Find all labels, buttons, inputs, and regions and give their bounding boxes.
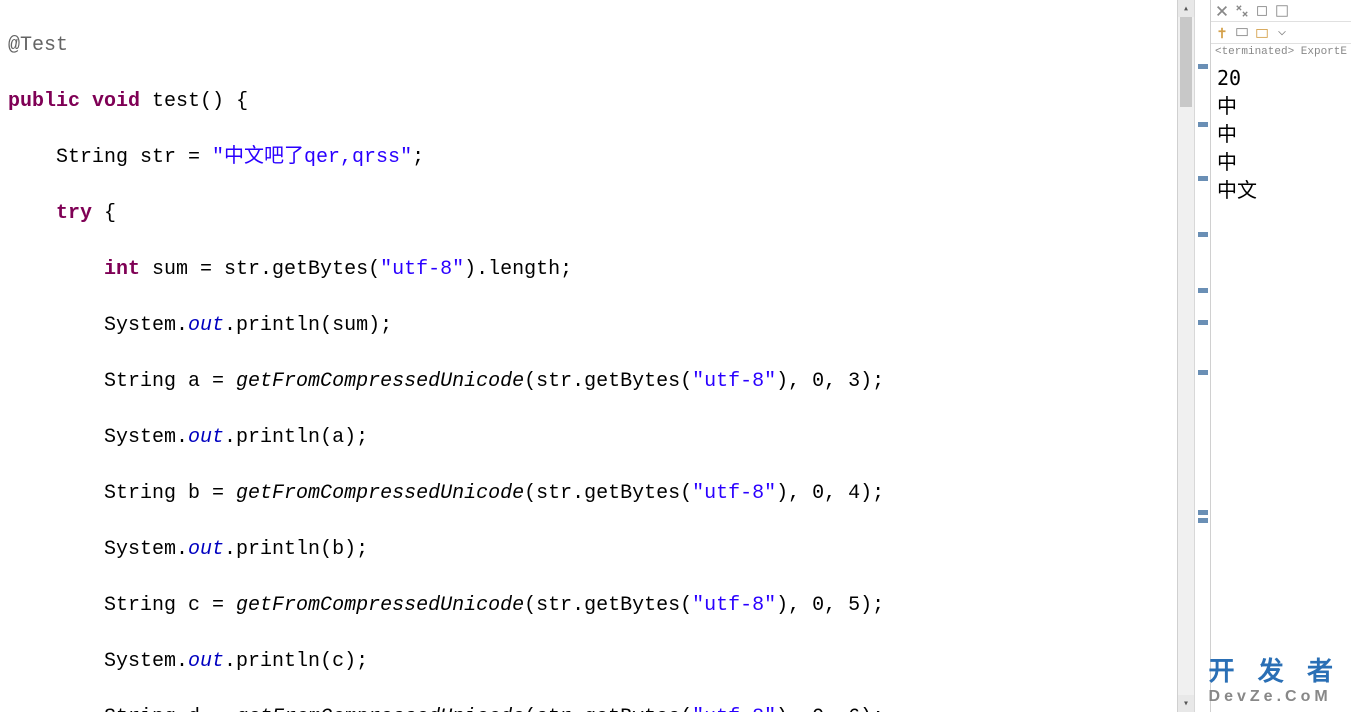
console-panel: <terminated> ExportE 20 中 中 中 中文 开 发 者 D… <box>1210 0 1351 712</box>
console-line: 中 <box>1217 120 1345 148</box>
display-icon[interactable] <box>1235 26 1249 40</box>
code-line: String str = "中文吧了qer,qrss"; <box>8 144 1177 172</box>
console-line: 中 <box>1217 148 1345 176</box>
code-line: try { <box>8 200 1177 228</box>
overview-marker[interactable] <box>1198 320 1208 325</box>
code-line: public void test() { <box>8 88 1177 116</box>
open-icon[interactable] <box>1255 26 1269 40</box>
vertical-scrollbar[interactable]: ▴ ▾ <box>1177 0 1194 712</box>
scroll-down-button[interactable]: ▾ <box>1178 695 1194 712</box>
overview-marker[interactable] <box>1198 370 1208 375</box>
scroll-track[interactable] <box>1178 17 1194 695</box>
console-status: <terminated> ExportE <box>1211 44 1351 60</box>
overview-marker[interactable] <box>1198 518 1208 523</box>
code-line: String c = getFromCompressedUnicode(str.… <box>8 592 1177 620</box>
watermark: 开 发 者 DevZe.CoM <box>1209 651 1341 706</box>
code-line: System.out.println(c); <box>8 648 1177 676</box>
scroll-lock-icon[interactable] <box>1255 4 1269 18</box>
code-line: int sum = str.getBytes("utf-8").length; <box>8 256 1177 284</box>
pin-icon[interactable] <box>1215 26 1229 40</box>
scroll-thumb[interactable] <box>1180 17 1192 107</box>
overview-ruler[interactable] <box>1194 0 1210 712</box>
clear-icon[interactable] <box>1275 4 1289 18</box>
overview-marker[interactable] <box>1198 510 1208 515</box>
code-line: String d = getFromCompressedUnicode(str.… <box>8 704 1177 712</box>
remove-icon[interactable] <box>1215 4 1229 18</box>
code-editor[interactable]: @Test public void test() { String str = … <box>0 0 1177 712</box>
overview-marker[interactable] <box>1198 176 1208 181</box>
overview-marker[interactable] <box>1198 288 1208 293</box>
code-line: System.out.println(sum); <box>8 312 1177 340</box>
scroll-up-button[interactable]: ▴ <box>1178 0 1194 17</box>
console-output: 20 中 中 中 中文 <box>1211 60 1351 208</box>
console-line: 中文 <box>1217 176 1345 204</box>
console-line: 中 <box>1217 92 1345 120</box>
overview-marker[interactable] <box>1198 232 1208 237</box>
console-line: 20 <box>1217 64 1345 92</box>
overview-marker[interactable] <box>1198 122 1208 127</box>
console-toolbar <box>1211 0 1351 22</box>
remove-all-icon[interactable] <box>1235 4 1249 18</box>
code-line: System.out.println(b); <box>8 536 1177 564</box>
console-toolbar-2 <box>1211 22 1351 44</box>
code-line: @Test <box>8 32 1177 60</box>
code-line: String b = getFromCompressedUnicode(str.… <box>8 480 1177 508</box>
code-line: System.out.println(a); <box>8 424 1177 452</box>
overview-marker[interactable] <box>1198 64 1208 69</box>
code-line: String a = getFromCompressedUnicode(str.… <box>8 368 1177 396</box>
dropdown-icon[interactable] <box>1275 26 1289 40</box>
